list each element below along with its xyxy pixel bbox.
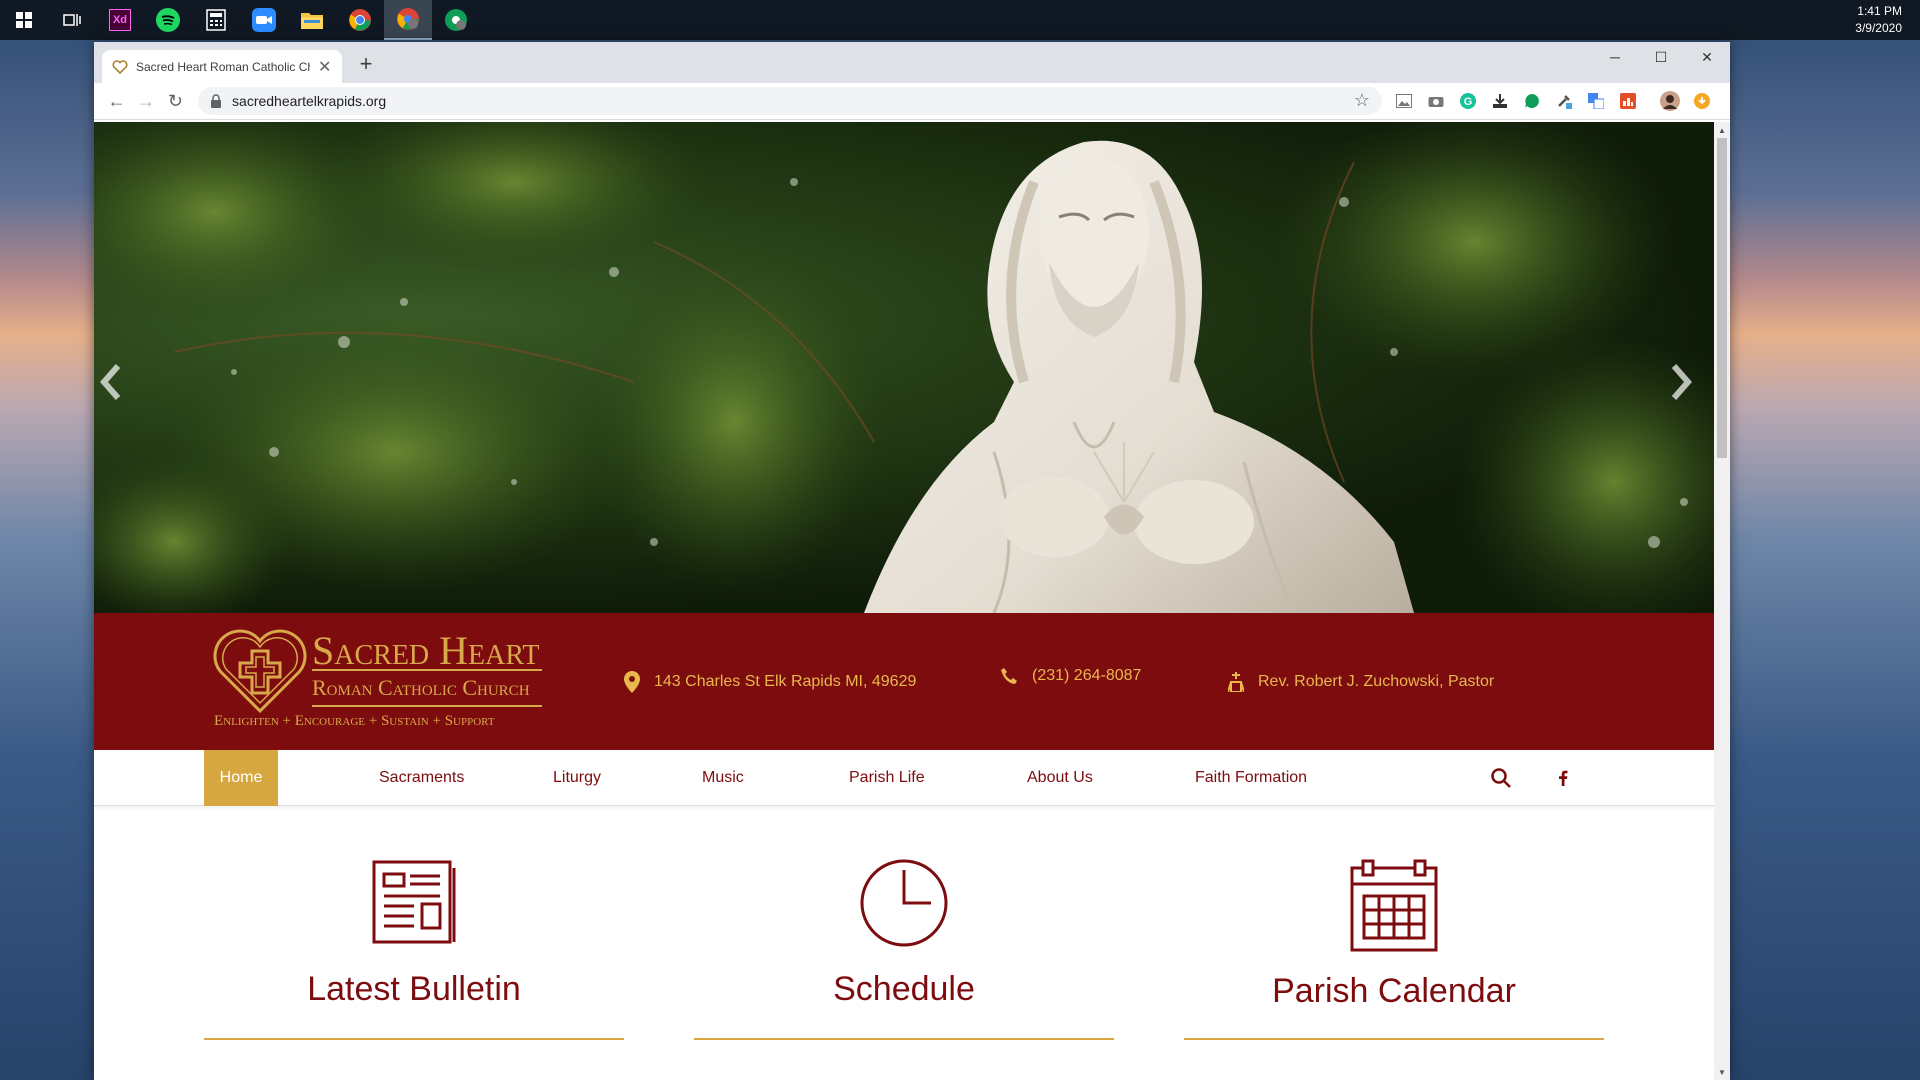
page-viewport[interactable]: Sacred Heart Roman Catholic Church Enlig…: [94, 122, 1730, 1080]
window-controls: ─ ☐ ✕: [1592, 42, 1730, 72]
feature-label: Parish Calendar: [1272, 972, 1516, 1010]
pastor-info: Rev. Robert J. Zuchowski, Pastor: [1228, 613, 1494, 750]
map-pin-icon: [624, 670, 640, 693]
chrome-icon[interactable]: [336, 0, 384, 40]
slider-next-arrow[interactable]: [1670, 362, 1710, 422]
tab-strip: Sacred Heart Roman Catholic Church ✕ + ─…: [94, 42, 1730, 83]
slider-prev-arrow[interactable]: [98, 362, 138, 422]
phone-icon: [1001, 667, 1017, 684]
phone-text: (231) 264-8087: [1032, 666, 1142, 684]
calendar-icon: [1350, 859, 1438, 952]
address-info[interactable]: 143 Charles St Elk Rapids MI, 49629: [624, 613, 916, 750]
maximize-icon[interactable]: ☐: [1638, 42, 1684, 72]
minimize-icon[interactable]: ─: [1592, 42, 1638, 72]
clock-date: 3/9/2020: [1855, 21, 1902, 35]
logo-subtitle: Roman Catholic Church: [312, 675, 530, 700]
chrome-profile-2-icon[interactable]: [432, 0, 480, 40]
browser-toolbar: ← → ↻ sacredheartelkrapids.org ☆ G: [94, 83, 1730, 120]
close-icon[interactable]: ✕: [1684, 42, 1730, 72]
feature-divider: [1184, 1038, 1604, 1040]
taskbar-clock[interactable]: 1:41 PM 3/9/2020: [1855, 3, 1902, 37]
feature-label: Schedule: [833, 970, 975, 1008]
facebook-icon[interactable]: [1552, 767, 1574, 789]
browser-window: Sacred Heart Roman Catholic Church ✕ + ─…: [94, 42, 1730, 1080]
translate-icon[interactable]: [1584, 89, 1608, 113]
windows-start-icon[interactable]: [0, 0, 48, 40]
nav-item-music[interactable]: Music: [687, 750, 759, 806]
lock-icon: [211, 94, 222, 108]
bookmark-star-icon[interactable]: ☆: [1354, 90, 1370, 111]
pastor-text: Rev. Robert J. Zuchowski, Pastor: [1258, 672, 1495, 690]
chrome-profile-icon[interactable]: [384, 0, 432, 40]
image-extension-icon[interactable]: [1392, 89, 1416, 113]
tab-title: Sacred Heart Roman Catholic Church: [136, 59, 310, 74]
logo-divider: [312, 705, 542, 707]
heart-favicon-icon: [112, 59, 128, 74]
clock-icon: [860, 859, 948, 947]
nav-item-about-us[interactable]: About Us: [1012, 750, 1108, 806]
feature-divider: [204, 1038, 624, 1040]
browser-tab-active[interactable]: Sacred Heart Roman Catholic Church ✕: [102, 50, 342, 83]
feature-label: Latest Bulletin: [307, 970, 521, 1008]
download-extension-icon[interactable]: [1488, 89, 1512, 113]
svg-text:G: G: [1464, 96, 1473, 108]
hero-image: [94, 122, 1714, 613]
pastor-icon: [1228, 671, 1244, 692]
address-bar[interactable]: sacredheartelkrapids.org ☆: [198, 87, 1382, 115]
scroll-down-icon[interactable]: ▼: [1714, 1064, 1730, 1080]
phone-info[interactable]: (231) 264-8087: [1000, 607, 1141, 744]
scroll-up-icon[interactable]: ▲: [1714, 122, 1730, 138]
page-scrollbar[interactable]: ▲ ▼: [1714, 122, 1730, 1080]
speech-bubble-icon[interactable]: [1520, 89, 1544, 113]
taskbar: Xd 1:41 PM 3/9/2020: [0, 0, 1920, 40]
profile-avatar[interactable]: [1658, 89, 1682, 113]
calculator-icon[interactable]: [192, 0, 240, 40]
camera-icon[interactable]: [1424, 89, 1448, 113]
new-tab-button[interactable]: +: [352, 50, 380, 78]
nav-item-liturgy[interactable]: Liturgy: [538, 750, 616, 806]
site-header: Sacred Heart Roman Catholic Church Enlig…: [94, 613, 1714, 750]
nav-item-sacraments[interactable]: Sacraments: [364, 750, 479, 806]
reload-icon[interactable]: ↻: [161, 86, 190, 116]
extensions-area: G: [1392, 89, 1722, 113]
hero-slider: [94, 122, 1714, 613]
nav-item-parish-life[interactable]: Parish Life: [834, 750, 940, 806]
nav-item-faith-formation[interactable]: Faith Formation: [1180, 750, 1322, 806]
main-nav: Home Sacraments Liturgy Music Parish Lif…: [94, 750, 1714, 806]
zoom-icon[interactable]: [240, 0, 288, 40]
feature-divider: [694, 1038, 1114, 1040]
forward-arrow-icon[interactable]: →: [131, 86, 160, 116]
task-view-icon[interactable]: [48, 0, 96, 40]
logo-divider: [312, 669, 542, 671]
clock-time: 1:41 PM: [1857, 4, 1902, 18]
logo-title[interactable]: Sacred Heart: [312, 627, 539, 674]
tab-close-icon[interactable]: ✕: [318, 57, 331, 77]
update-indicator-icon[interactable]: [1690, 89, 1714, 113]
eyedropper-icon[interactable]: [1552, 89, 1576, 113]
address-text: 143 Charles St Elk Rapids MI, 49629: [654, 672, 917, 690]
back-arrow-icon[interactable]: ←: [102, 86, 131, 116]
logo-tagline: Enlighten + Encourage + Sustain + Suppor…: [214, 713, 495, 729]
file-explorer-icon[interactable]: [288, 0, 336, 40]
spotify-icon[interactable]: [144, 0, 192, 40]
scroll-thumb[interactable]: [1717, 138, 1727, 458]
url-text: sacredheartelkrapids.org: [232, 93, 387, 109]
search-icon[interactable]: [1490, 767, 1512, 789]
adobe-xd-icon[interactable]: Xd: [96, 0, 144, 40]
grammarly-icon[interactable]: G: [1456, 89, 1480, 113]
sacred-heart-logo-icon[interactable]: [212, 629, 308, 720]
newspaper-icon: [372, 860, 456, 944]
grid-extension-icon[interactable]: [1616, 89, 1640, 113]
nav-item-home[interactable]: Home: [204, 750, 278, 806]
